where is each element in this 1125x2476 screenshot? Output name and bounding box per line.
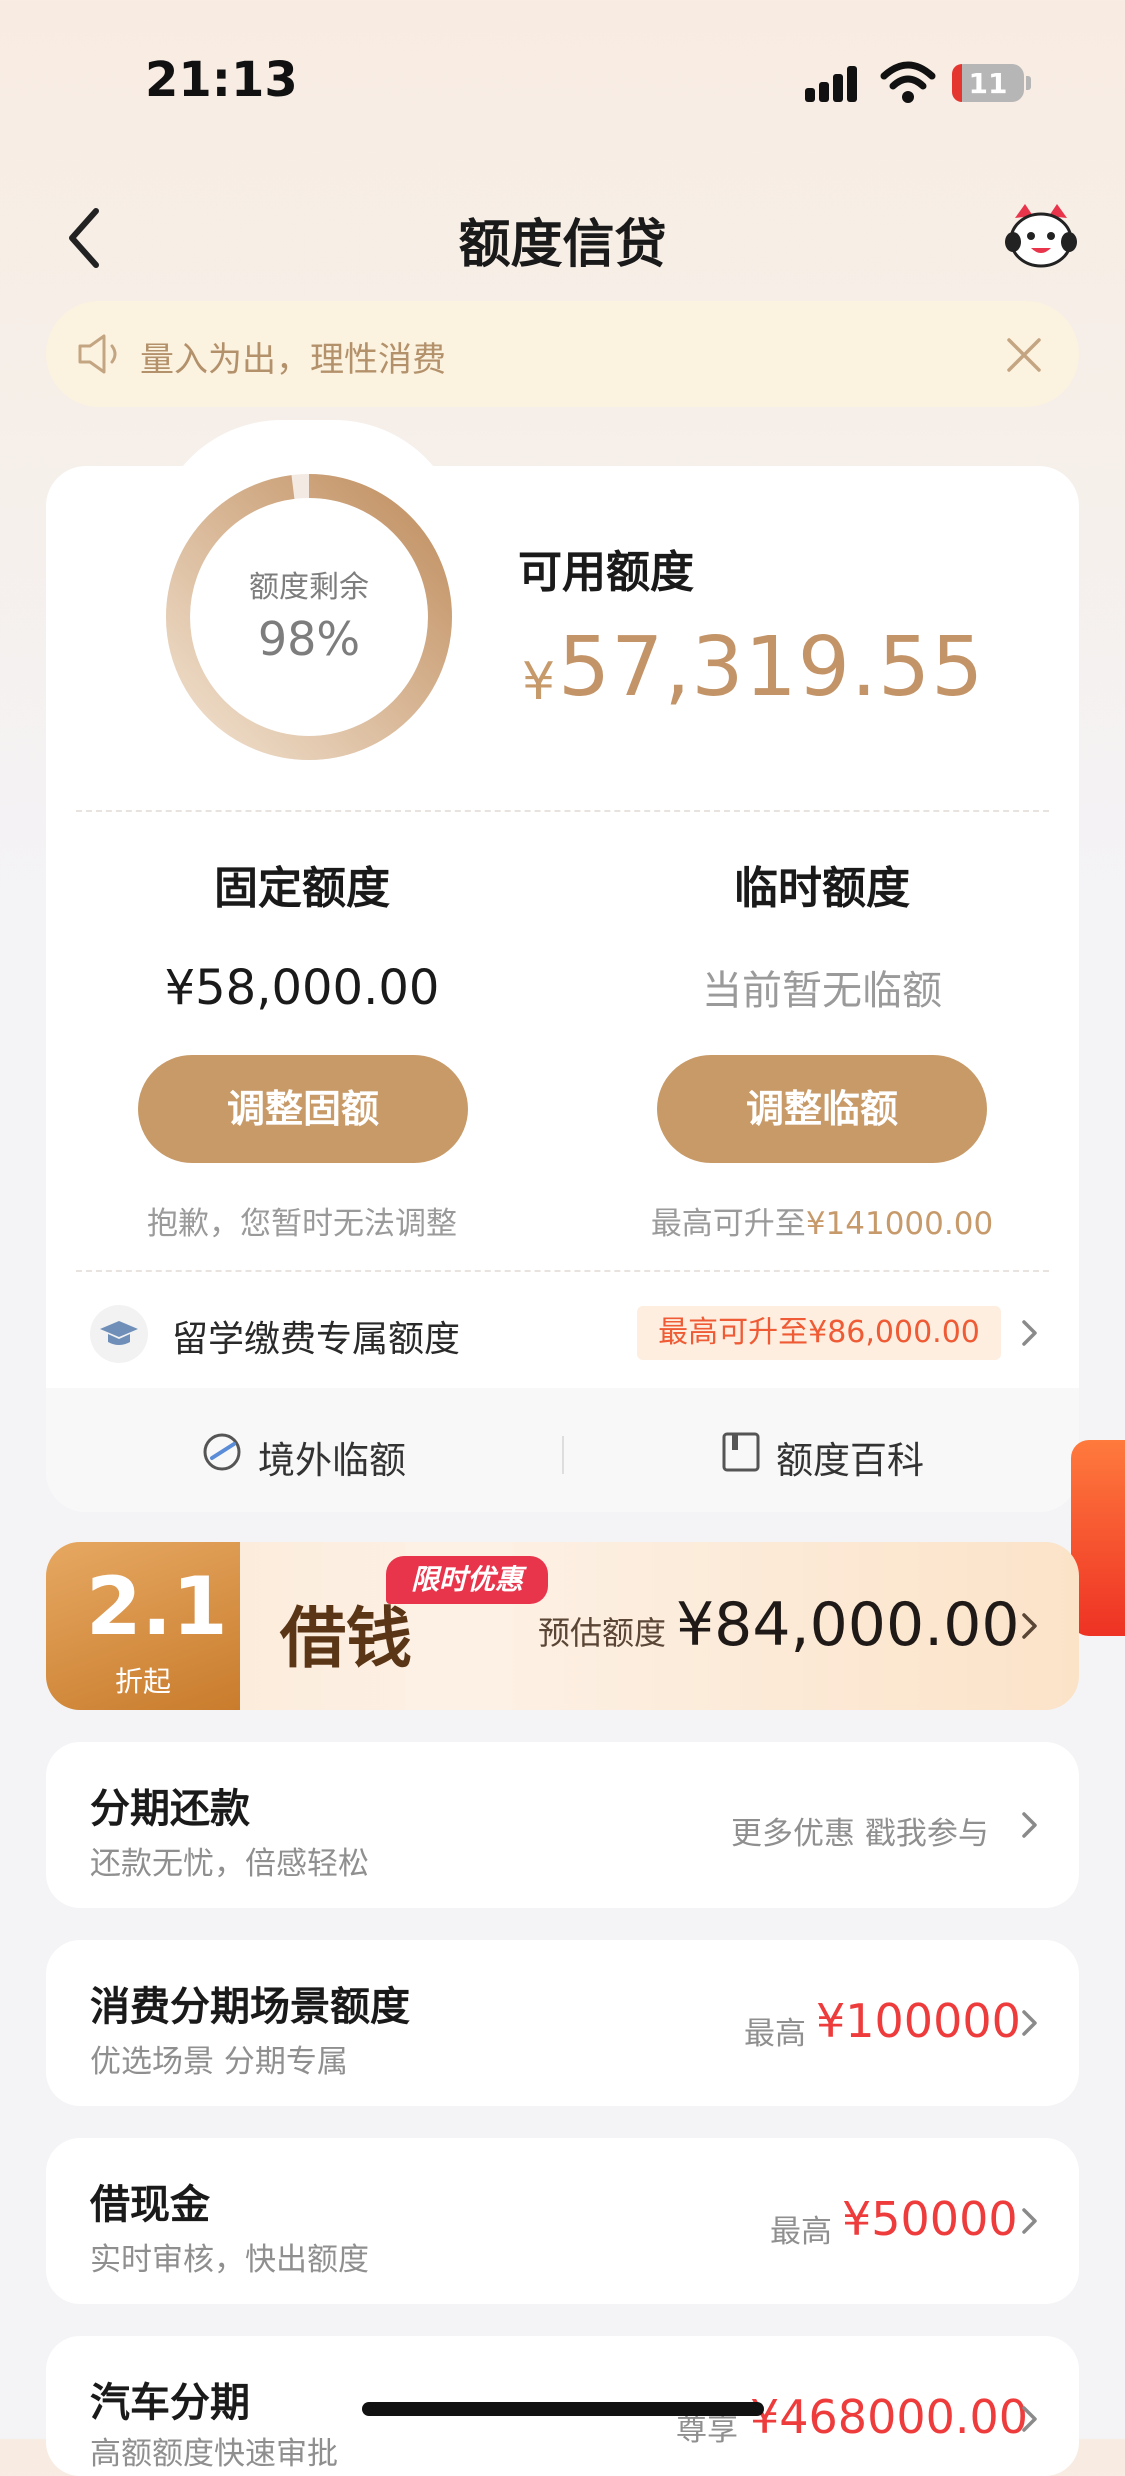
wifi-icon — [880, 61, 936, 103]
temp-note-prefix: 最高可升至 — [650, 1206, 806, 1242]
home-indicator — [362, 2402, 764, 2416]
fixed-credit-title: 固定额度 — [214, 863, 390, 914]
list-item-subtitle: 优选场景 分期专属 — [90, 2044, 348, 2080]
credit-wiki-link[interactable]: 额度百科 — [776, 1430, 924, 1484]
graduation-cap-icon — [100, 1321, 138, 1345]
chevron-right-icon[interactable] — [1020, 2206, 1040, 2236]
battery-tip — [1026, 76, 1031, 90]
fixed-credit-amount: ¥58,000.00 — [164, 960, 440, 1016]
chevron-right-icon[interactable] — [1020, 2008, 1040, 2038]
list-item-right-amount: ¥50000 — [842, 2192, 1018, 2246]
study-abroad-label[interactable]: 留学缴费专属额度 — [172, 1310, 460, 1362]
overseas-temp-credit-link[interactable]: 境外临额 — [258, 1430, 406, 1484]
battery-level: 11 — [968, 67, 1008, 100]
floating-promo-tab[interactable] — [1071, 1440, 1125, 1636]
temp-note-amount: ¥141000.00 — [805, 1206, 994, 1242]
notice-text: 量入为出，理性消费 — [140, 340, 446, 380]
book-icon — [722, 1432, 760, 1472]
available-currency: ¥ — [522, 652, 556, 712]
close-icon[interactable] — [1005, 336, 1043, 374]
chevron-right-icon[interactable] — [1020, 1318, 1040, 1348]
limited-offer-tag: 限时优惠 — [386, 1556, 548, 1604]
estimate-amount: ¥84,000.00 — [676, 1590, 1020, 1660]
list-item-subtitle: 还款无忧，倍感轻松 — [90, 1846, 369, 1882]
tools-separator — [562, 1436, 564, 1474]
list-item-right-amount: ¥100000 — [816, 1994, 1021, 2048]
page-title: 额度信贷 — [458, 215, 667, 275]
cellular-signal-icon — [805, 62, 865, 102]
temp-credit-note: 最高可升至¥141000.00 — [612, 1198, 1032, 1243]
adjust-temp-button[interactable]: 调整临额 — [657, 1055, 987, 1163]
study-abroad-badge: 最高可升至¥86,000.00 — [637, 1306, 1001, 1360]
estimate-label: 预估额度 — [538, 1614, 667, 1652]
promo-rate-sub: 折起 — [114, 1665, 171, 1698]
fixed-credit-note: 抱歉，您暂时无法调整 — [147, 1206, 457, 1242]
adjust-fixed-button[interactable]: 调整固额 — [138, 1055, 468, 1163]
divider — [76, 810, 1049, 812]
battery-icon: 11 — [952, 64, 1024, 102]
promo-rate: 2.1 — [86, 1560, 228, 1653]
status-time: 21:13 — [145, 52, 298, 108]
chevron-right-icon[interactable] — [1020, 1611, 1040, 1641]
list-item-title: 消费分期场景额度 — [90, 1984, 410, 2030]
mascot-avatar-icon[interactable] — [1003, 200, 1079, 272]
list-item-right-prefix: 最高 — [770, 2214, 832, 2250]
chevron-right-icon[interactable] — [1020, 1810, 1040, 1840]
list-item-subtitle: 高额额度快速审批 — [90, 2436, 338, 2472]
speaker-icon — [78, 334, 117, 374]
globe-plane-icon — [203, 1433, 241, 1471]
available-credit-label: 可用额度 — [518, 547, 694, 598]
available-credit-amount: 57,319.55 — [558, 620, 985, 715]
list-item-right-text: 更多优惠 戳我参与 — [731, 1816, 989, 1852]
temp-credit-status: 当前暂无临额 — [702, 968, 942, 1014]
list-item-right-prefix: 最高 — [744, 2016, 806, 2052]
ring-percent: 98% — [257, 612, 361, 666]
list-item-title: 汽车分期 — [90, 2380, 250, 2426]
temp-credit-title: 临时额度 — [734, 863, 910, 914]
chevron-right-icon[interactable] — [1020, 2404, 1040, 2434]
list-item-title: 分期还款 — [90, 1786, 250, 1832]
divider — [76, 1270, 1049, 1272]
study-abroad-row[interactable] — [90, 1305, 148, 1363]
ring-label: 额度剩余 — [249, 570, 369, 605]
list-item-subtitle: 实时审核，快出额度 — [90, 2242, 369, 2278]
list-item-title: 借现金 — [90, 2182, 210, 2228]
list-item-right-amount: ¥468000.00 — [750, 2390, 1029, 2444]
